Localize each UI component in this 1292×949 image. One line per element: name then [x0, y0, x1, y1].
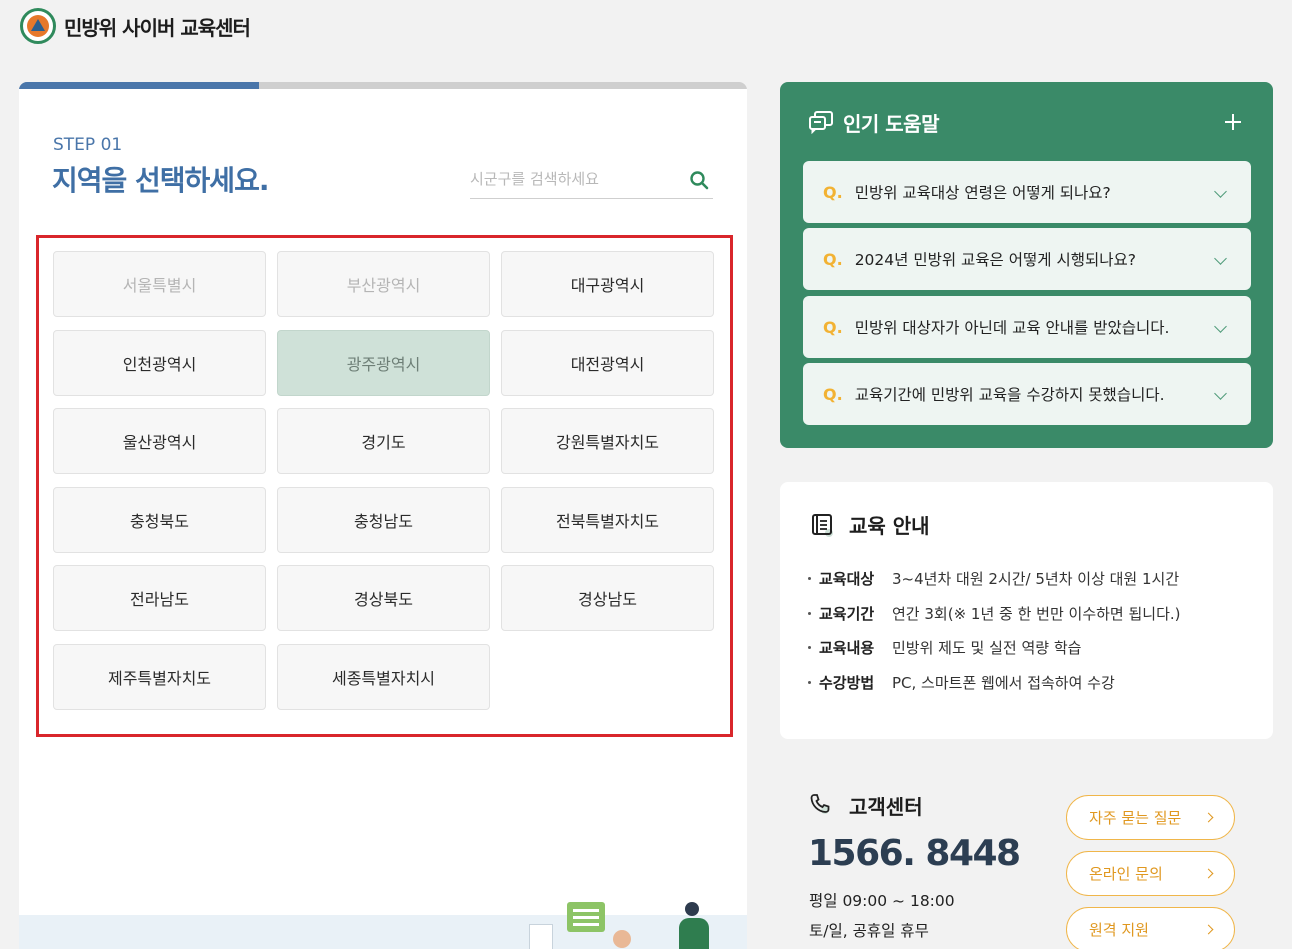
search-input[interactable]	[470, 164, 675, 194]
region-button[interactable]: 전북특별자치도	[501, 486, 714, 553]
edu-title: 교육 안내	[849, 514, 930, 538]
weekend-hours: 토/일, 공휴일 휴무	[809, 922, 929, 940]
customer-center-phone: 1566. 8448	[808, 833, 1021, 874]
edu-item-label: 교육내용	[819, 639, 875, 657]
region-button[interactable]: 충청남도	[277, 486, 490, 553]
region-button[interactable]: 충청북도	[53, 486, 266, 553]
region-button[interactable]: 세종특별자치시	[277, 643, 490, 710]
chevron-right-icon	[1203, 812, 1214, 823]
step-progress-fill	[19, 82, 260, 89]
step-label: STEP 01	[53, 135, 123, 155]
person-illustration-icon	[613, 930, 631, 948]
person-body-illustration-icon	[679, 918, 709, 949]
notebook-icon	[812, 514, 833, 537]
edu-item-value: 3~4년차 대원 2시간/ 5년차 이상 대원 1시간	[892, 570, 1180, 588]
illustration-strip	[19, 915, 747, 949]
region-button[interactable]: 광주광역시	[277, 329, 490, 396]
region-list-highlight: 서울특별시 부산광역시 대구광역시인천광역시 광주광역시 대전광역시울산광역시 경기도 강원…	[36, 235, 733, 737]
faq-q-marker: Q.	[823, 182, 843, 202]
faq-text: 민방위 대상자가 아닌데 교육 안내를 받았습니다.	[854, 319, 1170, 337]
region-button[interactable]: 인천광역시	[53, 329, 266, 396]
edu-item: 교육기간 연간 3회(※ 1년 중 한 번만 이수하면 됩니다.)	[808, 603, 1181, 638]
region-button[interactable]: 서울특별시	[53, 251, 266, 317]
site-header: 민방위 사이버 교육센터	[20, 8, 251, 44]
faq-link-label: 자주 묻는 질문	[1089, 809, 1182, 827]
search-icon[interactable]	[689, 170, 709, 190]
edu-item-label: 교육대상	[819, 570, 875, 588]
region-button[interactable]: 경기도	[277, 408, 490, 474]
customer-center-title: 고객센터	[849, 795, 923, 819]
edu-item-label: 수강방법	[819, 673, 875, 692]
faq-item-4[interactable]: Q. 교육기간에 민방위 교육을 수강하지 못했습니다.	[803, 363, 1251, 425]
edu-item: 교육대상 3~4년차 대원 2시간/ 5년차 이상 대원 1시간	[808, 568, 1181, 603]
chevron-down-icon	[1214, 252, 1227, 265]
region-button[interactable]: 전라남도	[53, 565, 266, 631]
edu-item-label: 교육기간	[819, 604, 875, 623]
faq-link-button[interactable]: 자주 묻는 질문	[1066, 795, 1235, 840]
popular-help-panel: 인기 도움말 Q. 민방위 교육대상 연령은 어떻게 되나요? Q. 2024년…	[780, 82, 1273, 448]
region-button[interactable]: 부산광역시	[277, 251, 490, 317]
remote-support-label: 원격 지원	[1089, 921, 1149, 939]
faq-q-marker: Q.	[823, 317, 843, 337]
more-plus-icon[interactable]	[1223, 112, 1243, 132]
help-title: 인기 도움말	[843, 112, 939, 136]
region-button[interactable]: 대전광역시	[501, 329, 714, 396]
region-button[interactable]: 대구광역시	[501, 251, 714, 317]
region-button[interactable]: 강원특별자치도	[501, 408, 714, 474]
edu-item: 교육내용 민방위 제도 및 실전 역량 학습	[808, 637, 1181, 672]
online-inquiry-button[interactable]: 온라인 문의	[1066, 851, 1235, 896]
edu-item-value: 민방위 제도 및 실전 역량 학습	[892, 639, 1082, 657]
online-inquiry-label: 온라인 문의	[1089, 865, 1163, 883]
edu-item-value: PC, 스마트폰 웹에서 접속하여 수강	[892, 673, 1115, 692]
faq-q-marker: Q.	[823, 249, 843, 269]
logo-icon[interactable]	[20, 8, 56, 44]
chevron-down-icon	[1214, 320, 1227, 333]
chevron-down-icon	[1214, 387, 1227, 400]
step-progress-bar	[19, 82, 747, 89]
faq-text: 2024년 민방위 교육은 어떻게 시행되나요?	[854, 251, 1136, 269]
region-search	[470, 164, 713, 199]
region-button[interactable]: 경상남도	[501, 565, 714, 631]
document-illustration-icon	[529, 924, 553, 949]
faq-q-marker: Q.	[823, 384, 843, 404]
remote-support-button[interactable]: 원격 지원	[1066, 907, 1235, 949]
faq-item-3[interactable]: Q. 민방위 대상자가 아닌데 교육 안내를 받았습니다.	[803, 296, 1251, 358]
faq-item-1[interactable]: Q. 민방위 교육대상 연령은 어떻게 되나요?	[803, 161, 1251, 223]
region-select-panel: STEP 01 지역을 선택하세요. 서울특별시부산광역시대구광역시인천광역시광…	[19, 82, 747, 949]
edu-item: 수강방법 PC, 스마트폰 웹에서 접속하여 수강	[808, 672, 1181, 707]
edu-info-list: 교육대상 3~4년차 대원 2시간/ 5년차 이상 대원 1시간 교육기간 연간 3…	[808, 568, 1181, 706]
region-grid: 서울특별시 부산광역시 대구광역시인천광역시 광주광역시 대전광역시울산광역시 경기도 강원…	[53, 251, 714, 710]
chevron-right-icon	[1203, 924, 1214, 935]
person-head-illustration-icon	[685, 902, 699, 916]
phone-icon	[810, 794, 830, 814]
faq-text: 교육기간에 민방위 교육을 수강하지 못했습니다.	[854, 386, 1165, 404]
region-button[interactable]: 울산광역시	[53, 408, 266, 474]
weekday-hours: 평일 09:00 ~ 18:00	[809, 892, 955, 910]
faq-item-2[interactable]: Q. 2024년 민방위 교육은 어떻게 시행되나요?	[803, 228, 1251, 290]
chevron-right-icon	[1203, 868, 1214, 879]
region-button[interactable]: 제주특별자치도	[53, 643, 266, 710]
edu-item-value: 연간 3회(※ 1년 중 한 번만 이수하면 됩니다.)	[892, 604, 1181, 623]
region-button[interactable]: 경상북도	[277, 565, 490, 631]
chevron-down-icon	[1214, 185, 1227, 198]
education-info-panel: 교육 안내 교육대상 3~4년차 대원 2시간/ 5년차 이상 대원 1시간 교육…	[780, 482, 1273, 739]
faq-text: 민방위 교육대상 연령은 어떻게 되나요?	[854, 184, 1111, 202]
chat-help-icon	[809, 111, 833, 134]
page-title: 지역을 선택하세요.	[52, 164, 269, 197]
chat-bubble-illustration-icon	[567, 902, 605, 932]
site-title[interactable]: 민방위 사이버 교육센터	[64, 12, 251, 41]
